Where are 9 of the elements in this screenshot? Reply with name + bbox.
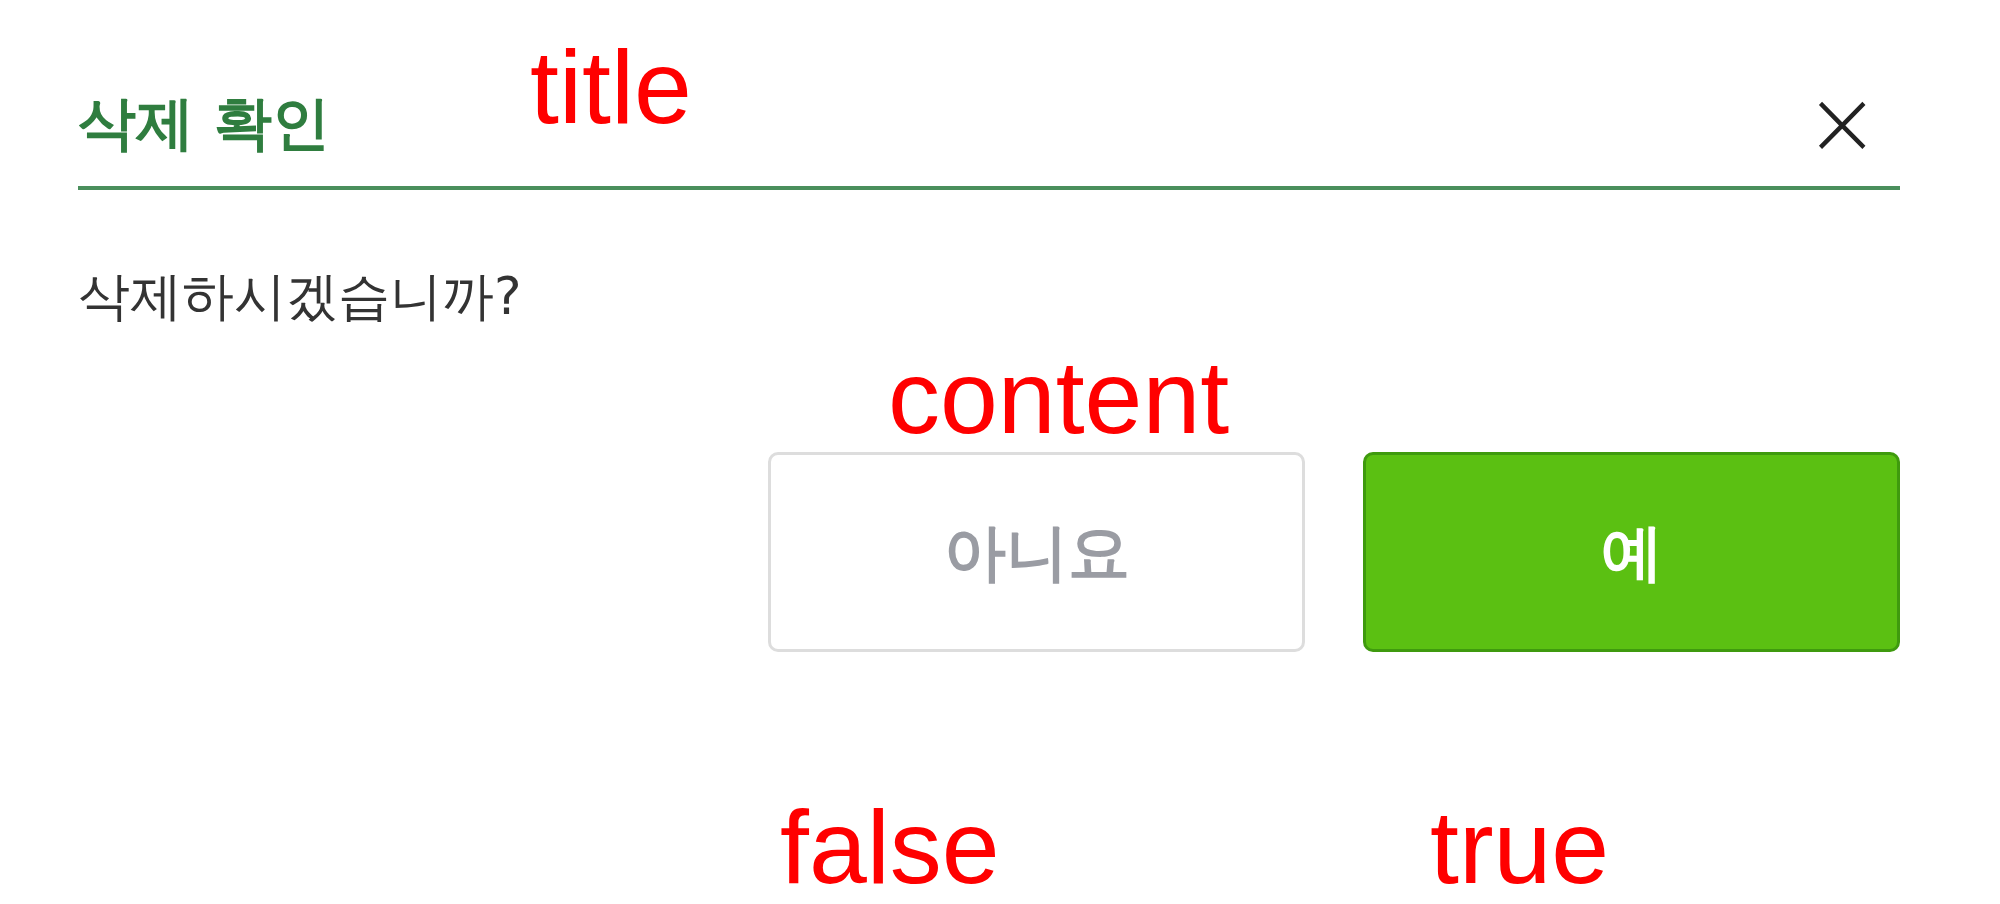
confirm-button[interactable]: 예: [1363, 452, 1900, 652]
annotation-label: false: [780, 795, 1000, 899]
dialog-message: 삭제하시겠습니까?: [78, 270, 523, 322]
annotation-label: true: [1430, 795, 1610, 899]
annotation-label: title: [530, 35, 692, 139]
close-button[interactable]: ×: [1804, 78, 1880, 168]
dialog-title: 삭제 확인: [78, 94, 331, 152]
cancel-button[interactable]: 아니요: [768, 452, 1305, 652]
annotation-label: content: [888, 345, 1230, 449]
